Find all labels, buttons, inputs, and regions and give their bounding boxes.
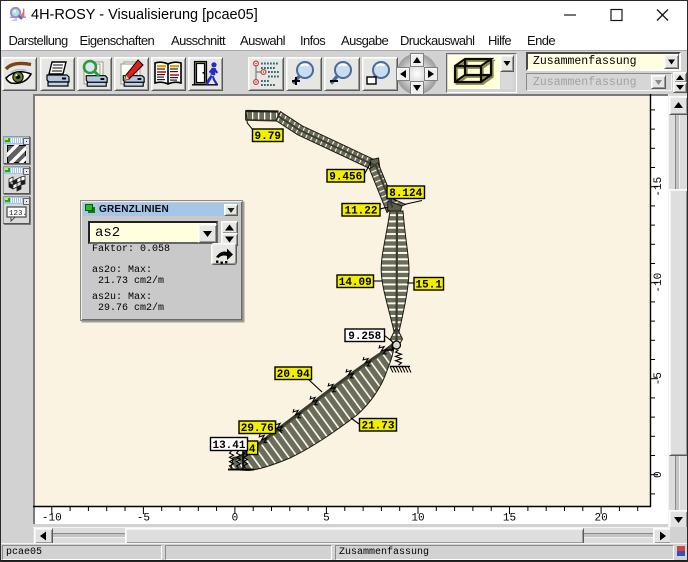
svg-text:10: 10	[411, 513, 424, 525]
svg-text:14.09: 14.09	[339, 277, 372, 289]
svg-text:-15: -15	[653, 177, 665, 197]
svg-text:15: 15	[503, 513, 516, 525]
svg-text:-5: -5	[137, 513, 150, 525]
svg-text:5: 5	[323, 513, 330, 525]
svg-text:4: 4	[249, 444, 256, 456]
svg-text:-10: -10	[653, 273, 665, 293]
svg-text:9.456: 9.456	[329, 172, 362, 184]
svg-text:0: 0	[232, 513, 239, 525]
svg-text:11.22: 11.22	[344, 206, 377, 218]
svg-text:20.94: 20.94	[277, 369, 310, 381]
svg-text:29.76: 29.76	[241, 423, 274, 435]
svg-text:0: 0	[653, 471, 665, 478]
svg-text:13.41: 13.41	[212, 440, 245, 452]
svg-text:15.1: 15.1	[416, 280, 443, 292]
svg-text:123.: 123.	[9, 210, 27, 218]
svg-text:-5: -5	[653, 372, 665, 385]
svg-text:21.73: 21.73	[361, 421, 394, 433]
svg-text:9.79: 9.79	[255, 131, 281, 143]
svg-text:9.258: 9.258	[348, 331, 381, 343]
svg-text:8.124: 8.124	[389, 188, 422, 200]
svg-text:-10: -10	[42, 513, 62, 525]
svg-text:20: 20	[594, 513, 607, 525]
